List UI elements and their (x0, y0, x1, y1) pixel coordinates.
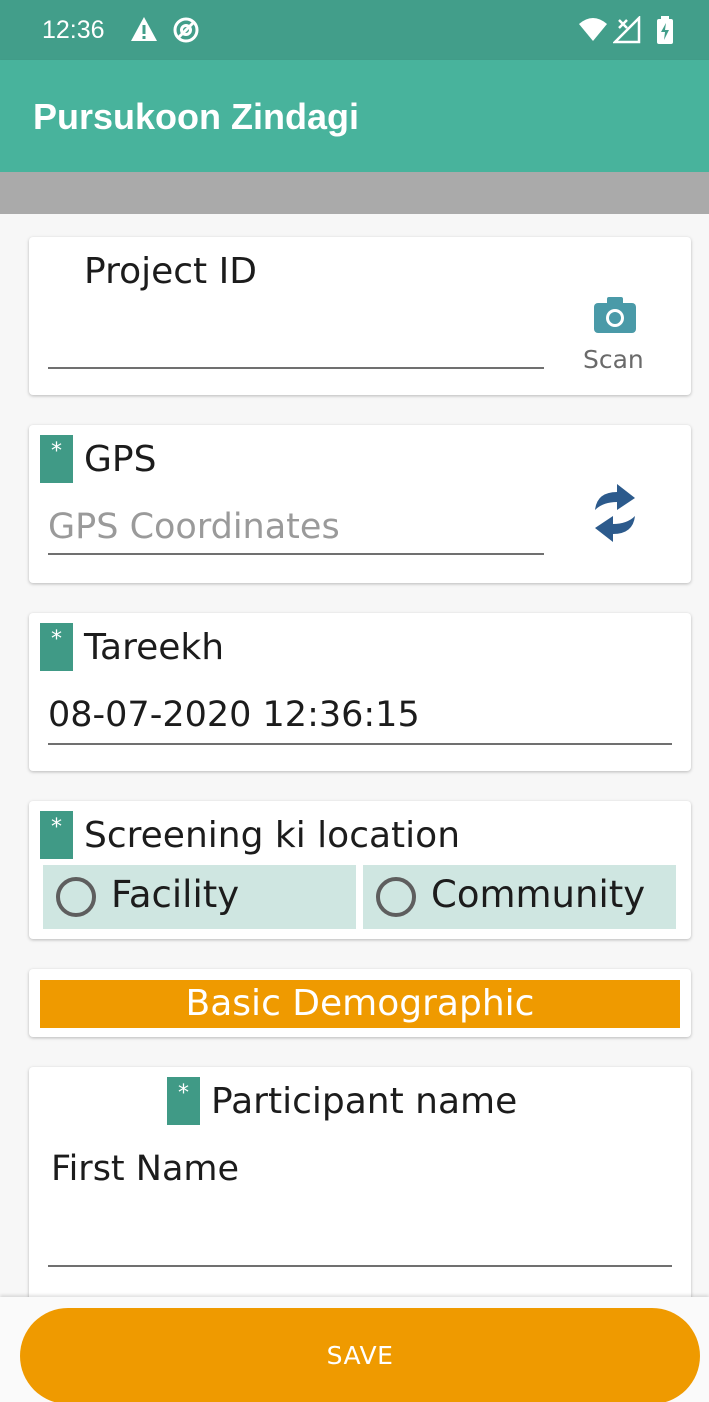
scan-button[interactable]: Scan (574, 293, 654, 383)
warning-icon (131, 17, 157, 41)
gps-card: * GPS GPS Coordinates (29, 425, 691, 583)
first-name-underline (48, 1265, 672, 1267)
first-name-label: First Name (51, 1149, 240, 1189)
header-divider (0, 172, 709, 214)
status-bar: 12:36 (0, 0, 709, 60)
radio-community[interactable]: Community (363, 865, 676, 929)
at-sync-icon (173, 17, 199, 43)
tareekh-label: Tareekh (84, 627, 225, 668)
battery-charging-icon (657, 16, 673, 44)
project-id-input[interactable] (48, 317, 544, 367)
first-name-input[interactable] (48, 1207, 672, 1263)
radio-facility[interactable]: Facility (43, 865, 356, 929)
screening-required-badge: * (40, 811, 73, 859)
participant-required-badge: * (167, 1077, 200, 1125)
section-card: Basic Demographic (29, 969, 691, 1037)
gps-required-badge: * (40, 435, 73, 483)
tareekh-required-badge: * (40, 623, 73, 671)
refresh-icon[interactable] (587, 480, 643, 546)
radio-facility-circle (56, 877, 96, 917)
app-bar: Pursukoon Zindagi (0, 60, 709, 172)
no-signal-icon (613, 16, 641, 44)
gps-underline (48, 553, 544, 555)
screening-location-label: Screening ki location (84, 815, 461, 856)
section-title: Basic Demographic (40, 980, 680, 1028)
gps-label: GPS (84, 439, 157, 480)
save-button[interactable]: SAVE (20, 1308, 700, 1402)
tareekh-card: * Tareekh 08-07-2020 12:36:15 (29, 613, 691, 771)
project-id-card: Project ID Scan (29, 237, 691, 395)
participant-card: * Participant name First Name (29, 1067, 691, 1307)
screening-location-card: * Screening ki location Facility Communi… (29, 801, 691, 939)
gps-input[interactable]: GPS Coordinates (48, 507, 340, 547)
participant-name-label: Participant name (211, 1081, 518, 1122)
tareekh-underline (48, 743, 672, 745)
tareekh-input[interactable]: 08-07-2020 12:36:15 (48, 695, 420, 735)
radio-community-circle (376, 877, 416, 917)
project-id-label: Project ID (84, 251, 257, 292)
project-id-underline (48, 367, 544, 369)
radio-community-label: Community (431, 873, 646, 916)
app-screen: 12:36 Pursukoon Zindagi Project ID Scan … (0, 0, 709, 1402)
scan-label: Scan (583, 345, 644, 374)
camera-icon (594, 297, 636, 333)
status-time: 12:36 (42, 16, 105, 44)
wifi-icon (579, 18, 607, 41)
radio-facility-label: Facility (111, 873, 240, 916)
app-title: Pursukoon Zindagi (33, 96, 360, 137)
